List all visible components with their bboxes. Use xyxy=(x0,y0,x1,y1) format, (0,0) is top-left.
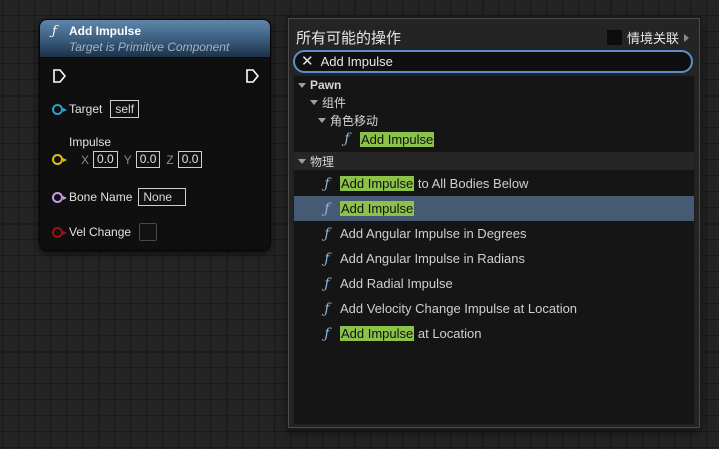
impulse-pin-icon[interactable] xyxy=(52,154,67,165)
expand-arrow-icon[interactable] xyxy=(684,33,689,42)
action-label: Add Angular Impulse in Degrees xyxy=(340,226,527,241)
action-item-selected[interactable]: ƒ Add Impulse xyxy=(294,196,694,221)
target-pin-row[interactable]: Target self xyxy=(52,100,140,118)
action-label: Add Angular Impulse in Radians xyxy=(340,251,526,266)
category-pawn-label: Pawn xyxy=(310,78,342,92)
context-sensitive-label: 情境关联 xyxy=(626,31,679,46)
function-icon: ƒ xyxy=(324,175,330,192)
exec-input-pin-icon[interactable] xyxy=(52,69,66,83)
context-sensitive-checkbox[interactable] xyxy=(606,30,622,45)
target-value-field[interactable]: self xyxy=(110,100,140,118)
collapse-arrow-icon[interactable] xyxy=(298,82,306,88)
action-list[interactable]: Pawn 组件 角色移动 ƒ Add Impulse 物理 ƒ Add Impu… xyxy=(293,75,695,425)
target-pin-icon[interactable] xyxy=(52,103,67,115)
category-pawn[interactable]: Pawn xyxy=(294,76,694,94)
node-title: Add Impulse xyxy=(69,24,142,38)
function-icon: ƒ xyxy=(324,275,330,292)
category-components[interactable]: 组件 xyxy=(294,93,694,111)
action-item[interactable]: ƒ Add Impulse at Location xyxy=(294,321,694,346)
match-highlight: Add Impulse xyxy=(340,176,415,191)
impulse-pin-row[interactable]: X 0.0 Y 0.0 Z 0.0 xyxy=(52,151,208,168)
action-item[interactable]: ƒ Add Radial Impulse xyxy=(294,271,694,296)
bone-name-label: Bone Name xyxy=(69,190,133,204)
action-menu: 所有可能的操作 情境关联 ✕ Add Impulse Pawn 组件 角色移动 … xyxy=(288,18,700,428)
function-icon: ƒ xyxy=(344,131,350,147)
search-value[interactable]: Add Impulse xyxy=(321,54,393,69)
clear-search-icon[interactable]: ✕ xyxy=(301,54,314,69)
collapse-arrow-icon[interactable] xyxy=(318,117,326,123)
target-label: Target xyxy=(69,102,103,116)
context-sensitive-toggle[interactable]: 情境关联 xyxy=(606,28,689,47)
impulse-label: Impulse xyxy=(69,135,112,149)
exec-output-pin-icon[interactable] xyxy=(245,69,259,83)
impulse-z-field[interactable]: 0.0 xyxy=(177,151,203,168)
impulse-z-label: Z xyxy=(166,152,174,167)
impulse-x-field[interactable]: 0.0 xyxy=(93,151,118,168)
bone-name-field[interactable]: None xyxy=(138,188,187,206)
function-icon: ƒ xyxy=(324,200,330,217)
category-character-movement[interactable]: 角色移动 xyxy=(294,111,694,129)
action-item[interactable]: ƒ Add Impulse xyxy=(294,128,694,150)
node-header[interactable]: ƒ Add Impulse Target is Primitive Compon… xyxy=(40,20,270,58)
add-impulse-node[interactable]: ƒ Add Impulse Target is Primitive Compon… xyxy=(39,19,271,251)
action-item[interactable]: ƒ Add Impulse to All Bodies Below xyxy=(294,171,694,196)
impulse-y-label: Y xyxy=(123,152,132,167)
action-label: Add Velocity Change Impulse at Location xyxy=(340,301,578,316)
action-label: at Location xyxy=(414,326,482,341)
category-physics[interactable]: 物理 xyxy=(294,152,694,170)
collapse-arrow-icon[interactable] xyxy=(298,158,306,164)
impulse-pin-label-row: Impulse xyxy=(52,135,111,149)
bone-name-pin-row[interactable]: Bone Name None xyxy=(52,188,187,206)
vel-change-pin-row[interactable]: Vel Change xyxy=(52,223,158,241)
action-item[interactable]: ƒ Add Velocity Change Impulse at Locatio… xyxy=(294,296,694,321)
menu-title: 所有可能的操作 xyxy=(296,30,402,47)
node-subtitle: Target is Primitive Component xyxy=(69,40,230,54)
impulse-x-label: X xyxy=(81,152,90,167)
category-components-label: 组件 xyxy=(322,95,347,110)
function-icon: ƒ xyxy=(324,325,330,342)
action-item[interactable]: ƒ Add Angular Impulse in Degrees xyxy=(294,221,694,246)
bone-name-pin-icon[interactable] xyxy=(52,191,67,203)
vel-change-label: Vel Change xyxy=(69,225,132,239)
collapse-arrow-icon[interactable] xyxy=(310,99,318,105)
function-icon: ƒ xyxy=(324,250,330,267)
action-label: to All Bodies Below xyxy=(414,176,529,191)
match-highlight: Add Impulse xyxy=(340,326,415,341)
action-label: Add Radial Impulse xyxy=(340,276,453,291)
category-physics-label: 物理 xyxy=(310,154,335,169)
match-highlight: Add Impulse xyxy=(360,131,435,147)
impulse-y-field[interactable]: 0.0 xyxy=(135,151,161,168)
function-icon: ƒ xyxy=(324,225,330,242)
category-character-movement-label: 角色移动 xyxy=(330,113,379,128)
match-highlight: Add Impulse xyxy=(340,201,415,216)
action-item[interactable]: ƒ Add Angular Impulse in Radians xyxy=(294,246,694,271)
vel-change-pin-icon[interactable] xyxy=(52,226,67,238)
search-input[interactable]: ✕ Add Impulse xyxy=(293,50,693,73)
vel-change-checkbox[interactable] xyxy=(139,223,158,241)
function-icon: ƒ xyxy=(52,24,57,39)
function-icon: ƒ xyxy=(324,300,330,317)
